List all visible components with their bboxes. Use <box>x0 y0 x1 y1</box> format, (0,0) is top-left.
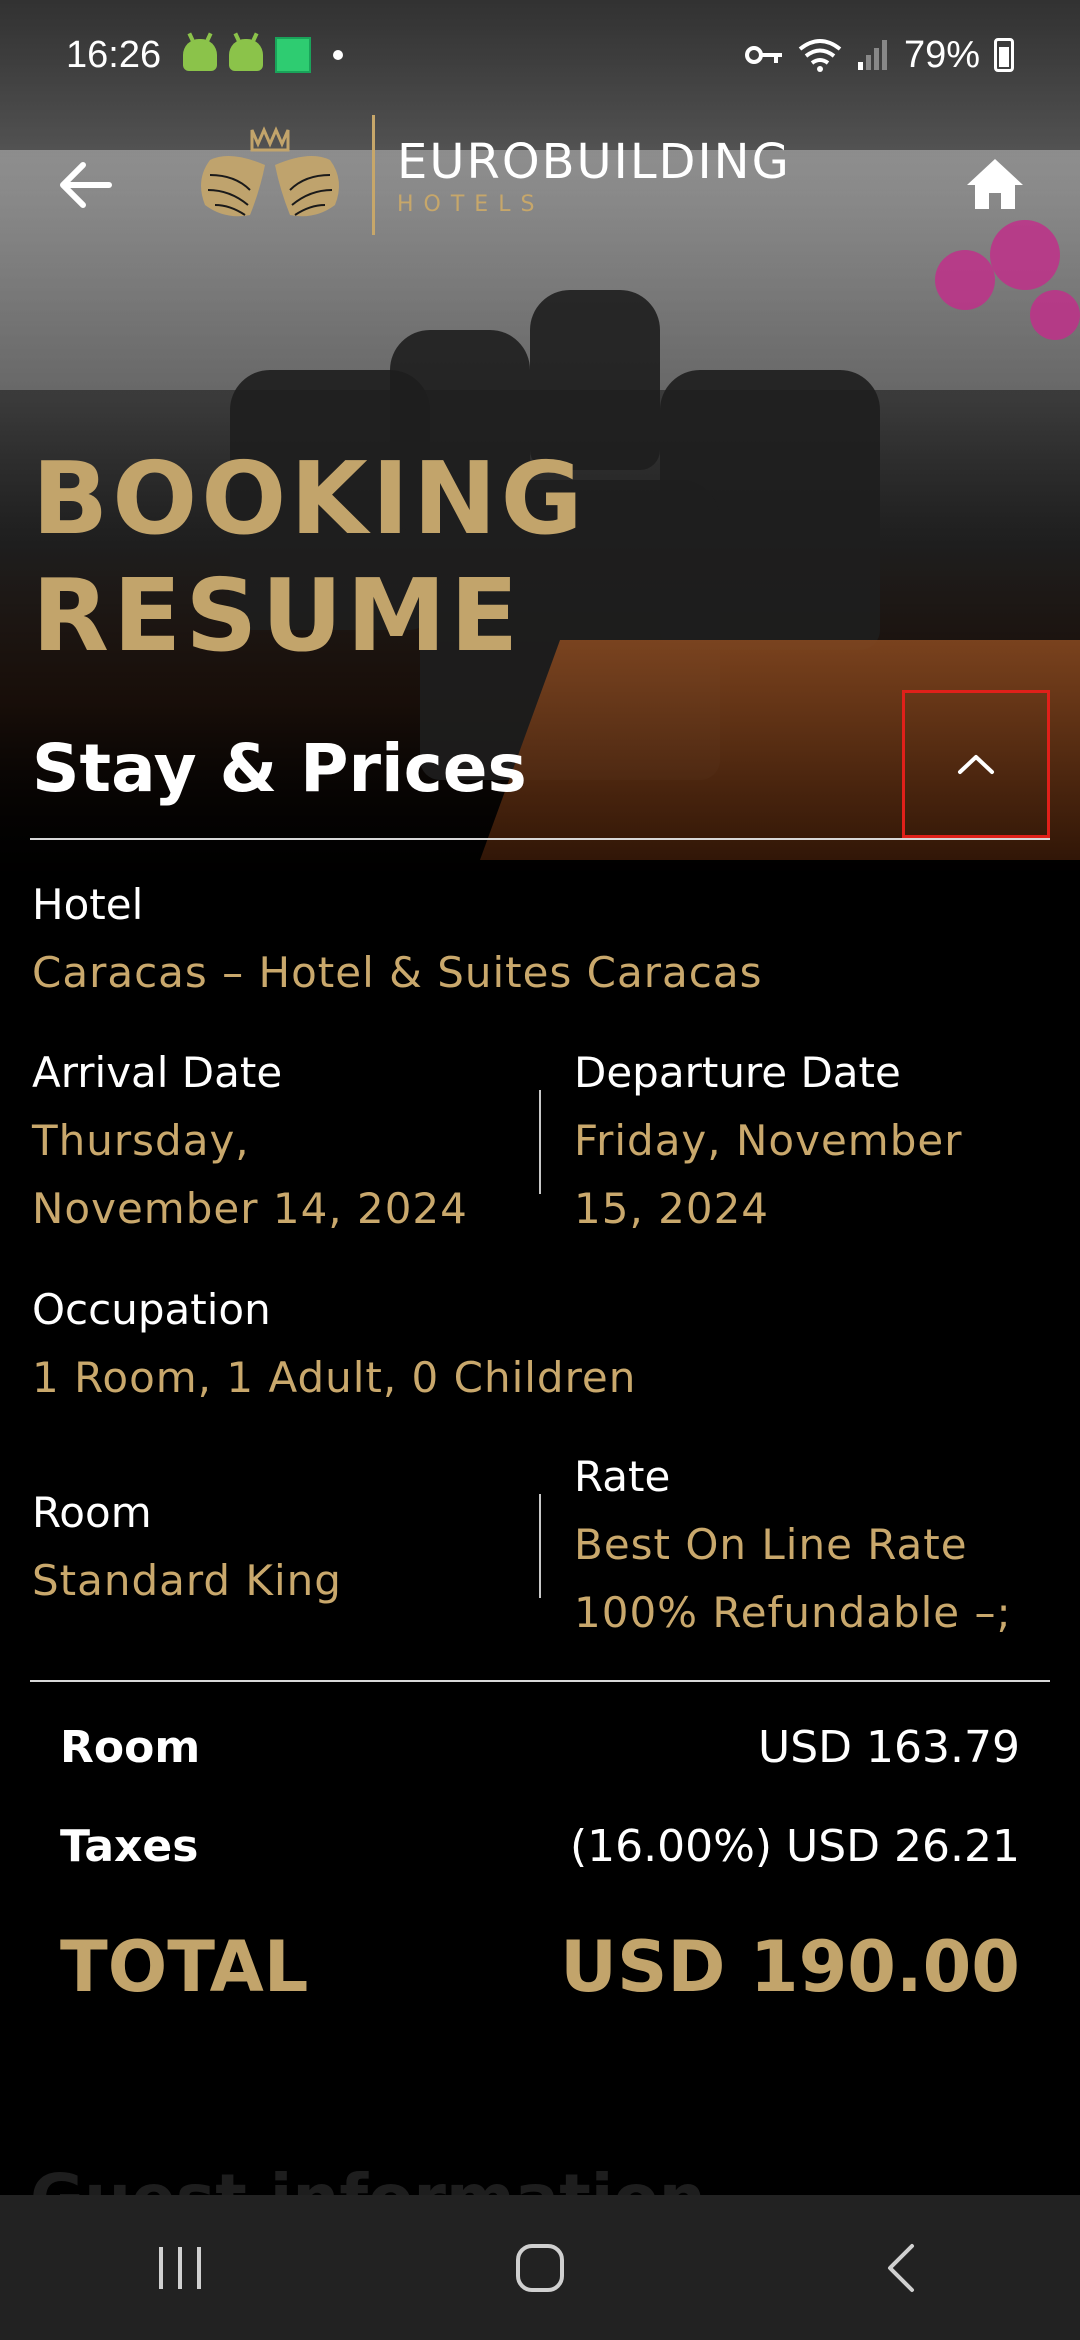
taxes-label: Taxes <box>60 1820 199 1872</box>
brand-name: EUROBUILDING <box>397 133 791 190</box>
departure-value-line2: 15, 2024 <box>574 1184 770 1233</box>
home-button[interactable] <box>950 138 1040 228</box>
departure-value-line1: Friday, November <box>574 1116 963 1165</box>
home-circle-icon <box>516 2243 564 2292</box>
occupation-field: Occupation 1 Room, 1 Adult, 0 Children <box>32 1276 636 1412</box>
arrow-left-icon <box>60 162 112 208</box>
hotel-label: Hotel <box>32 880 144 929</box>
status-bar: 16:26 79% <box>0 0 1080 110</box>
total-row: TOTAL USD 190.00 <box>60 1912 1020 2022</box>
room-price-label: Room <box>60 1721 201 1773</box>
departure-label: Departure Date <box>574 1048 901 1097</box>
chevron-left-icon <box>888 2243 914 2292</box>
system-navigation-bar <box>0 2195 1080 2340</box>
column-divider <box>539 1090 541 1194</box>
hotel-field: Hotel Caracas – Hotel & Suites Caracas <box>32 871 762 1007</box>
hero-orchid <box>935 250 995 310</box>
arrival-value-line2: November 14, 2024 <box>32 1184 468 1233</box>
lions-crest-icon <box>201 126 339 217</box>
section-title: Stay & Prices <box>32 730 527 807</box>
home-icon <box>967 159 1023 209</box>
rate-label: Rate <box>574 1452 671 1501</box>
recents-icon <box>159 2246 201 2289</box>
status-notification-icons <box>183 37 344 73</box>
occupation-value: 1 Room, 1 Adult, 0 Children <box>32 1353 637 1402</box>
sheets-icon <box>275 37 312 73</box>
taxes-value: (16.00%) USD 26.21 <box>569 1820 1020 1872</box>
chevron-up-icon <box>958 755 994 774</box>
room-label: Room <box>32 1488 152 1537</box>
logo-divider <box>372 115 375 235</box>
status-system-icons: 79% <box>744 34 1014 77</box>
app-header: EUROBUILDING HOTELS <box>0 110 1080 240</box>
android-icon <box>183 39 218 71</box>
collapse-section-button[interactable] <box>902 690 1050 838</box>
battery-percent: 79% <box>903 33 980 76</box>
arrival-date-field: Arrival Date Thursday, November 14, 2024 <box>32 1039 468 1243</box>
signal-icon <box>857 40 887 70</box>
wifi-icon <box>798 39 842 72</box>
rate-field: Rate Best On Line Rate 100% Refundable –… <box>574 1443 1012 1647</box>
total-label: TOTAL <box>60 1926 309 2008</box>
occupation-label: Occupation <box>32 1285 271 1334</box>
eurobuilding-logo[interactable]: EUROBUILDING HOTELS <box>190 110 791 240</box>
hero-orchid <box>1030 290 1080 340</box>
more-notifications-dot-icon <box>333 50 344 60</box>
taxes-row: Taxes (16.00%) USD 26.21 <box>60 1811 1020 1881</box>
rate-value-line2: 100% Refundable –; <box>574 1588 1012 1637</box>
battery-icon <box>994 38 1014 72</box>
room-field: Room Standard King <box>32 1479 342 1615</box>
back-button[interactable] <box>40 140 130 230</box>
column-divider <box>539 1494 541 1598</box>
departure-date-field: Departure Date Friday, November 15, 2024 <box>574 1039 962 1243</box>
total-value: USD 190.00 <box>560 1926 1020 2008</box>
system-home-button[interactable] <box>470 2218 610 2318</box>
room-price-row: Room USD 163.79 <box>60 1712 1020 1782</box>
key-icon <box>744 46 782 64</box>
logo-text: EUROBUILDING HOTELS <box>397 134 791 217</box>
status-time: 16:26 <box>66 33 162 76</box>
room-price-value: USD 163.79 <box>758 1721 1020 1773</box>
arrival-value-line1: Thursday, <box>32 1116 250 1165</box>
stay-prices-section-header[interactable]: Stay & Prices <box>30 690 1050 840</box>
page-title: BOOKING RESUME <box>32 440 587 674</box>
section-divider <box>30 1680 1050 1682</box>
recents-button[interactable] <box>110 2218 250 2318</box>
arrival-label: Arrival Date <box>32 1048 283 1097</box>
room-value: Standard King <box>32 1556 342 1605</box>
brand-subtitle: HOTELS <box>397 191 545 217</box>
android-icon <box>229 39 264 71</box>
system-back-button[interactable] <box>830 2218 970 2318</box>
hotel-value: Caracas – Hotel & Suites Caracas <box>32 948 763 997</box>
rate-value-line1: Best On Line Rate <box>574 1520 968 1569</box>
